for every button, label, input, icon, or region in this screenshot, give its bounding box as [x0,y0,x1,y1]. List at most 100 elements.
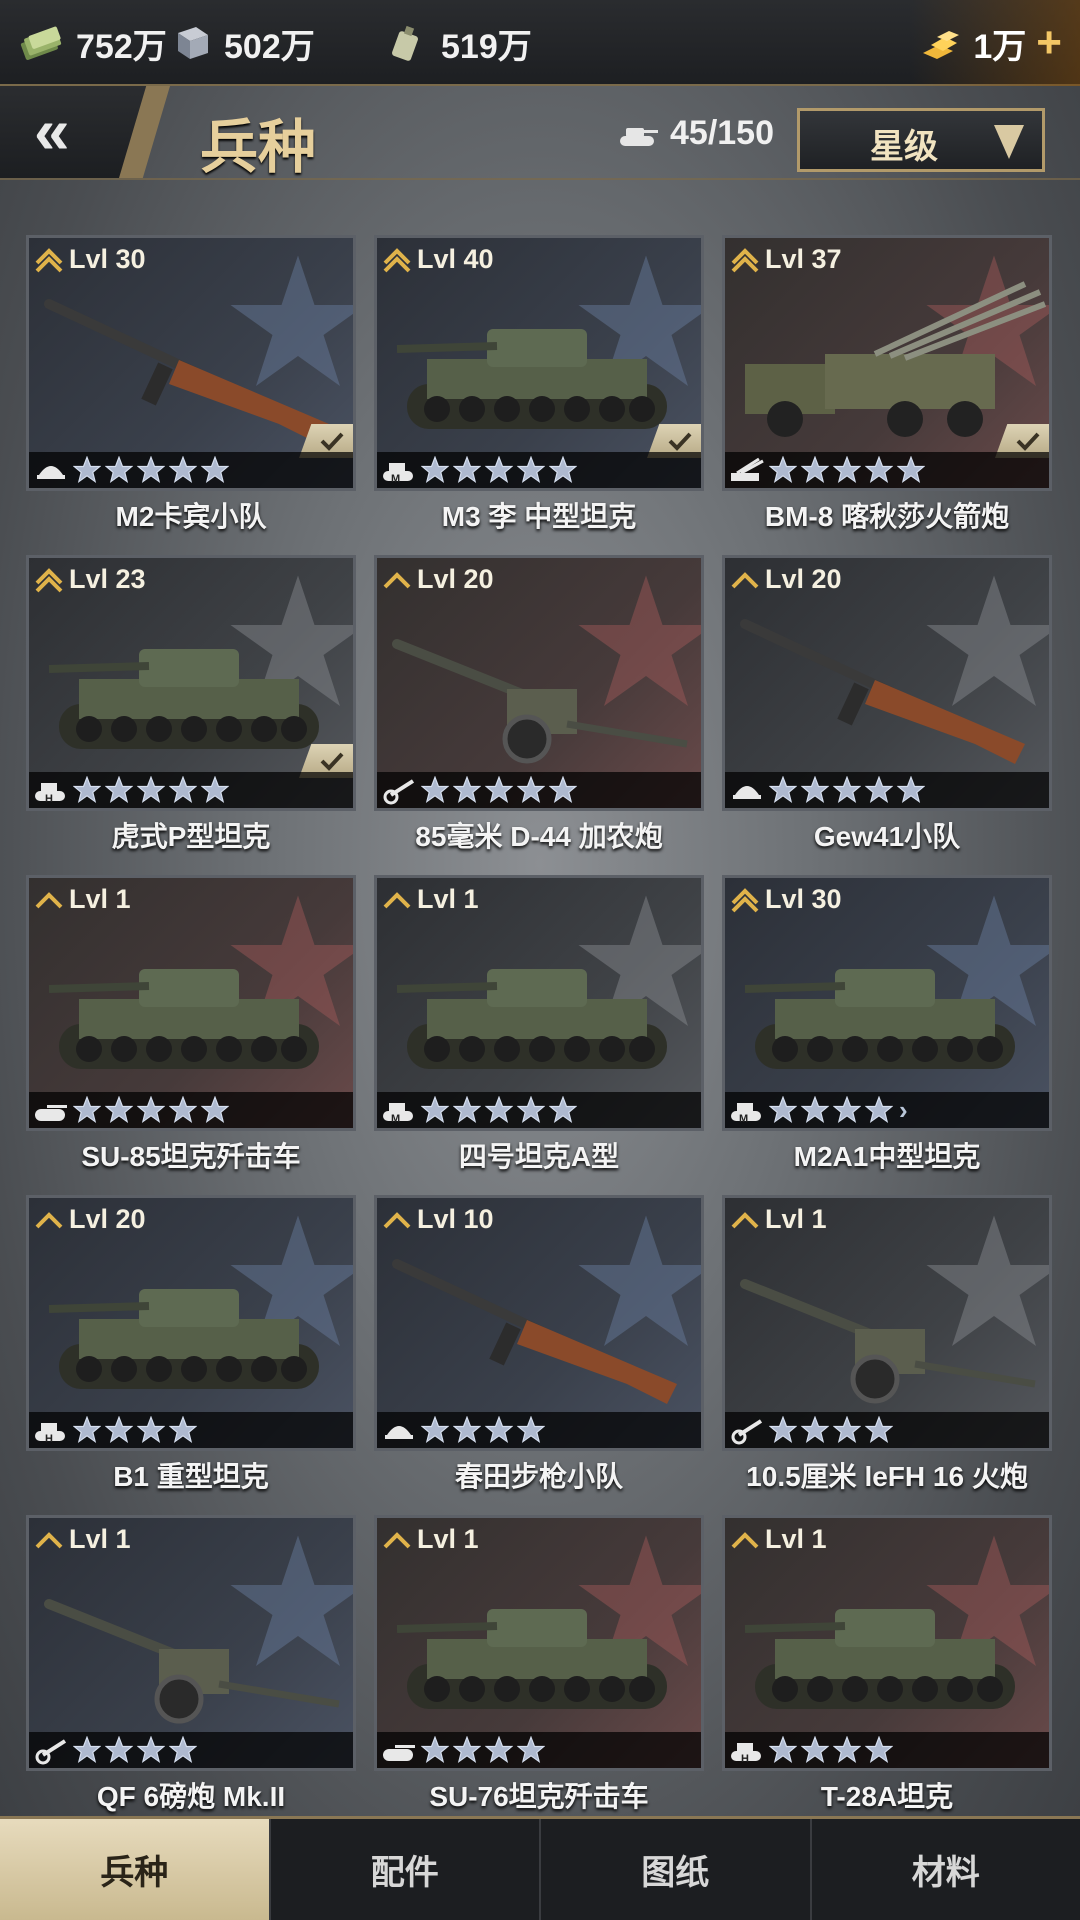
rifle-illustration [44,299,329,444]
sort-dropdown[interactable]: 星级 [797,108,1045,172]
unit-tile[interactable]: Lvl 30 M › [722,875,1052,1131]
unit-name: 虎式P型坦克 [111,821,271,852]
unit-count: 45/150 [618,114,774,153]
artillery-type-icon [35,1739,67,1765]
star-icon [453,1736,481,1764]
star-icon [169,456,197,484]
star-icon [801,776,829,804]
star-icon [833,1096,861,1124]
unit-card[interactable]: Lvl 20 H B1 重型坦克 [26,1195,356,1492]
level-label: Lvl 20 [417,564,494,594]
rifle-illustration [740,619,1025,764]
gold-bars-icon [923,31,960,59]
artillery-illustration [44,1599,340,1724]
unit-tile[interactable]: Lvl 1 M [374,875,704,1131]
tab-0[interactable]: 兵种 [0,1819,269,1920]
unit-level: Lvl 20 [731,564,842,595]
tank-illustration [48,969,319,1069]
unit-card[interactable]: Lvl 30 M › M2A1中型坦克 [722,875,1052,1172]
unit-level: Lvl 10 [383,1204,494,1235]
star-icon [549,1096,577,1124]
star-rating [769,1096,893,1124]
infantry-type-icon [385,1426,413,1439]
unit-info-bar: M [377,452,701,488]
star-icon [517,776,545,804]
star-icon [421,456,449,484]
cash-resource[interactable]: 752万 [20,18,167,68]
star-rating [73,1096,229,1124]
tab-2[interactable]: 图纸 [539,1819,810,1920]
unit-card[interactable]: Lvl 37 BM-8 喀秋莎火箭炮 [722,235,1052,532]
unit-tile[interactable]: Lvl 37 [722,235,1052,491]
unit-tile[interactable]: Lvl 20 [722,555,1052,811]
unit-name: 10.5厘米 leFH 16 火炮 [746,1461,1028,1492]
unit-card[interactable]: Lvl 23 H 虎式P型坦克 [26,555,356,852]
unit-level: Lvl 23 [35,564,146,595]
star-icon [549,456,577,484]
tank-destroyer-type-icon [383,1745,415,1761]
infantry-type-icon [37,466,65,479]
star-rating [421,776,577,804]
unit-tile[interactable]: Lvl 1 [26,875,356,1131]
svg-text:M: M [391,1113,400,1125]
unit-card[interactable]: Lvl 1 SU-85坦克歼击车 [26,875,356,1172]
unit-tile[interactable]: Lvl 1 [722,1195,1052,1451]
star-icon [769,1736,797,1764]
rank-chevron-icon [383,571,411,588]
unit-info-bar [29,452,353,488]
unit-tile[interactable]: Lvl 1 [374,1515,704,1771]
sort-label: 星级 [870,128,938,166]
tank-illustration [744,1609,1015,1709]
unit-info-bar [29,1092,353,1128]
unit-info-bar [377,772,701,808]
unit-tile[interactable]: Lvl 20 [374,555,704,811]
unit-tile[interactable]: Lvl 1 [26,1515,356,1771]
star-icon [169,1096,197,1124]
rank-chevron-icon [35,1531,63,1548]
gold-resource[interactable]: 1万 + [910,0,1080,86]
star-icon [897,456,925,484]
star-icon [453,456,481,484]
unit-level: Lvl 30 [731,884,842,915]
unit-card[interactable]: Lvl 40 M M3 李 中型坦克 [374,235,704,532]
unit-card[interactable]: Lvl 20 Gew41小队 [722,555,1052,852]
steel-block-icon [178,27,208,59]
unit-tile[interactable]: Lvl 30 [26,235,356,491]
unit-tile[interactable]: Lvl 1 H [722,1515,1052,1771]
fuel-resource[interactable]: 519万 [385,18,532,68]
tab-3[interactable]: 材料 [809,1819,1080,1920]
star-icon [517,1096,545,1124]
unit-tile[interactable]: Lvl 23 H [26,555,356,811]
cash-stack-icon [20,26,62,60]
star-icon [485,776,513,804]
unit-tile[interactable]: Lvl 10 [374,1195,704,1451]
star-icon [137,776,165,804]
fuel-canister-icon [392,25,418,61]
unit-card[interactable]: Lvl 1 M 四号坦克A型 [374,875,704,1172]
steel-value: 502万 [224,27,315,66]
star-icon [833,456,861,484]
unit-card[interactable]: Lvl 1 SU-76坦克歼击车 [374,1515,704,1812]
unit-card[interactable]: Lvl 10 春田步枪小队 [374,1195,704,1492]
rank-chevron-icon [35,891,63,908]
unit-name: QF 6磅炮 Mk.II [96,1781,286,1812]
add-gold-button[interactable]: + [1036,21,1062,65]
star-rating [73,1736,197,1764]
unit-info-bar: H [29,772,353,808]
unit-card[interactable]: Lvl 1 H T-28A坦克 [722,1515,1052,1812]
unit-card[interactable]: Lvl 1 QF 6磅炮 Mk.II [26,1515,356,1812]
unit-card[interactable]: Lvl 20 85毫米 D-44 加农炮 [374,555,704,852]
heavy-tank-type-icon: H [35,783,65,805]
steel-resource[interactable]: 502万 [168,18,315,68]
level-label: Lvl 20 [69,1204,146,1234]
unit-card[interactable]: Lvl 1 10.5厘米 leFH 16 火炮 [722,1195,1052,1492]
star-icon [421,1096,449,1124]
unit-level: Lvl 1 [731,1524,827,1555]
unit-tile[interactable]: Lvl 40 M [374,235,704,491]
tab-1[interactable]: 配件 [268,1819,540,1920]
unit-level: Lvl 1 [383,1524,479,1555]
unit-card[interactable]: Lvl 30 M2卡宾小队 [26,235,356,532]
unit-info-bar: M [377,1092,701,1128]
level-label: Lvl 1 [417,884,479,914]
unit-tile[interactable]: Lvl 20 H [26,1195,356,1451]
